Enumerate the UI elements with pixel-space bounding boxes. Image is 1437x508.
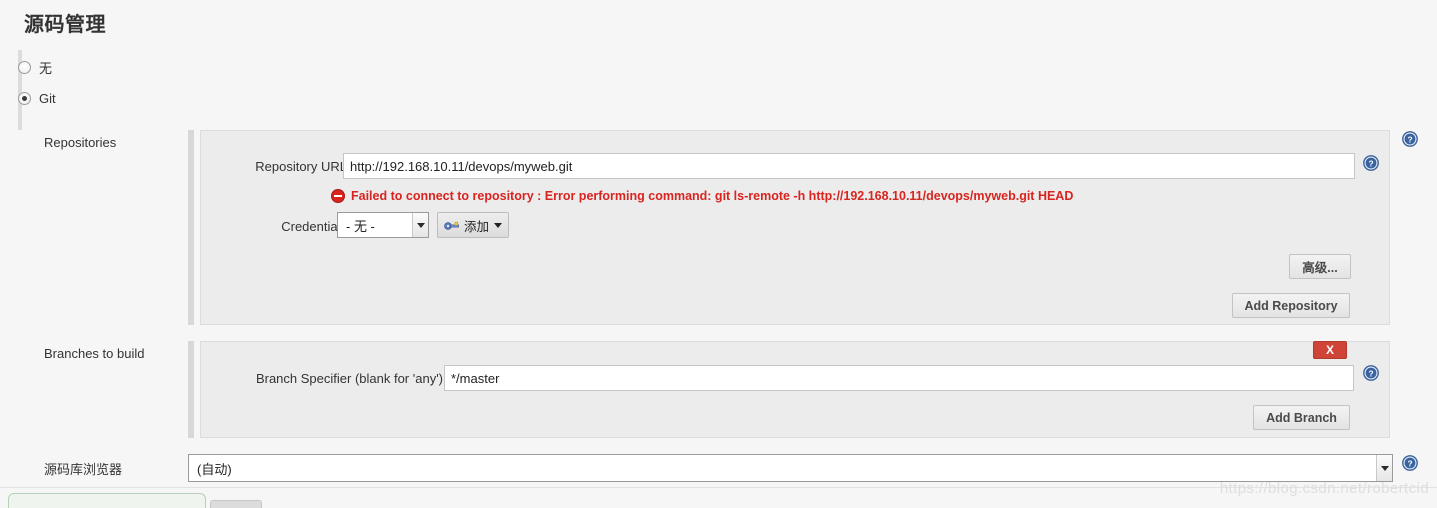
advanced-button[interactable]: 高级... [1289, 254, 1351, 279]
repository-browser-select[interactable]: (自动) [188, 454, 1393, 482]
row-label-repositories: Repositories [44, 135, 117, 150]
bottom-action-button[interactable] [210, 500, 262, 508]
radio-none-indicator[interactable] [18, 60, 31, 74]
help-icon-branch-specifier[interactable]: ? [1363, 365, 1379, 381]
caret-down-icon[interactable] [494, 222, 503, 228]
watermark: https://blog.csdn.net/robertcid [1219, 480, 1429, 497]
error-icon [331, 189, 345, 203]
repository-url-label: Repository URL [255, 159, 347, 174]
scm-type-radio-group: 无 Git [18, 55, 318, 117]
radio-scm-none[interactable]: 无 [18, 55, 318, 79]
branch-specifier-input[interactable] [444, 365, 1354, 391]
chevron-down-icon[interactable] [412, 213, 428, 237]
repositories-drag-handle[interactable] [188, 130, 194, 325]
branches-drag-handle[interactable] [188, 341, 194, 438]
repository-browser-selected-value: (自动) [197, 461, 232, 477]
branches-panel: Branch Specifier (blank for 'any') [200, 341, 1390, 438]
add-credentials-label: 添加 [464, 219, 490, 234]
add-repository-button[interactable]: Add Repository [1232, 293, 1350, 318]
radio-scm-git[interactable]: Git [18, 86, 318, 110]
repositories-panel: Repository URL Failed to connect to repo… [200, 130, 1390, 325]
chevron-down-icon-browser[interactable] [1376, 455, 1392, 481]
add-branch-button[interactable]: Add Branch [1253, 405, 1350, 430]
radio-git-label: Git [39, 90, 56, 106]
scm-configuration-page: 源码管理 无 Git Repositories Repository URL F… [0, 0, 1437, 508]
delete-branch-button[interactable]: X [1313, 341, 1347, 359]
credentials-select[interactable]: - 无 - [337, 212, 429, 238]
radio-none-label: 无 [39, 60, 53, 76]
bottom-separator [0, 487, 1437, 488]
bottom-action-bar [8, 493, 206, 508]
page-title: 源码管理 [24, 14, 106, 36]
repository-url-error: Failed to connect to repository : Error … [331, 189, 1073, 203]
svg-text:?: ? [1368, 159, 1373, 169]
row-label-branches: Branches to build [44, 346, 145, 361]
help-icon-repositories-section[interactable]: ? [1402, 131, 1418, 147]
credentials-label: Credentials [281, 219, 347, 234]
credentials-selected-value: - 无 - [346, 218, 375, 234]
help-icon-repository-url[interactable]: ? [1363, 155, 1379, 171]
key-icon [444, 221, 459, 230]
svg-text:?: ? [1407, 135, 1412, 145]
repository-url-error-text: Failed to connect to repository : Error … [351, 189, 1074, 203]
help-icon-repository-browser[interactable]: ? [1402, 455, 1418, 471]
branch-specifier-label: Branch Specifier (blank for 'any') [255, 371, 443, 386]
repository-url-input[interactable] [343, 153, 1355, 179]
add-credentials-button[interactable]: 添加 [437, 212, 509, 238]
svg-text:?: ? [1407, 459, 1412, 469]
row-label-repository-browser: 源码库浏览器 [44, 462, 123, 477]
svg-text:?: ? [1368, 369, 1373, 379]
radio-git-indicator[interactable] [18, 91, 31, 105]
